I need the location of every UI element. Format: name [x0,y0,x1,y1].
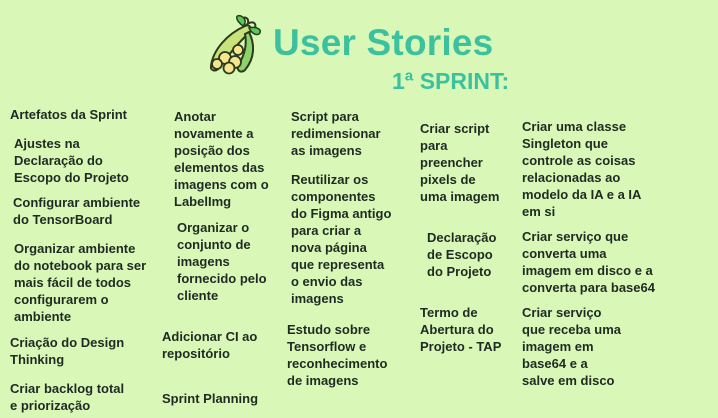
user-stories-board: User Stories 1ª SPRINT: Artefatos da Spr… [0,0,718,418]
story-adicionar-ci: Adicionar CI ao repositório [162,329,258,361]
story-script-redimensionar: Script para redimensionar as imagens [291,109,381,158]
story-backlog-priorizacao: Criar backlog total e priorização [10,381,125,413]
story-organizar-notebook: Organizar ambiente do notebook para ser ma… [14,241,147,324]
story-artefatos-sprint: Artefatos da Sprint [10,107,128,122]
story-reutilizar-figma: Reutilizar os componentes do Figma antigo p… [291,172,392,306]
story-organizar-imagens-cliente: Organizar o conjunto de imagens fornecido p… [177,220,267,303]
story-sprint-planning: Sprint Planning [162,391,259,406]
story-estudo-tensorflow: Estudo sobre Tensorflow e reconhecimento de… [287,322,388,388]
story-anotar-labelimg: Anotar novamente a posição dos elementos da… [174,109,269,209]
pea-pod-icon [209,14,261,75]
sprint-subtitle: 1ª SPRINT: [392,68,510,94]
story-termo-abertura: Termo de Abertura do Projeto - TAP [420,305,502,354]
story-script-preencher-pixels: Criar script para preencher pixels de uma im… [420,121,500,204]
story-classe-singleton: Criar uma classe Singleton que controle as… [522,119,642,219]
story-design-thinking: Criação do Design Thinking [10,335,125,367]
story-servico-salvar-disco: Criar serviço que receba uma imagem em base… [522,305,621,388]
story-declaracao-escopo: Declaração de Escopo do Projeto [427,230,497,279]
story-ajustes-declaracao-escopo: Ajustes na Declaração do Escopo do Projeto [14,136,129,185]
story-configurar-tensorboard: Configurar ambiente do TensorBoard [13,195,141,227]
page-title: User Stories [273,22,494,63]
story-servico-base64: Criar serviço que converta uma imagem em d… [522,229,655,295]
